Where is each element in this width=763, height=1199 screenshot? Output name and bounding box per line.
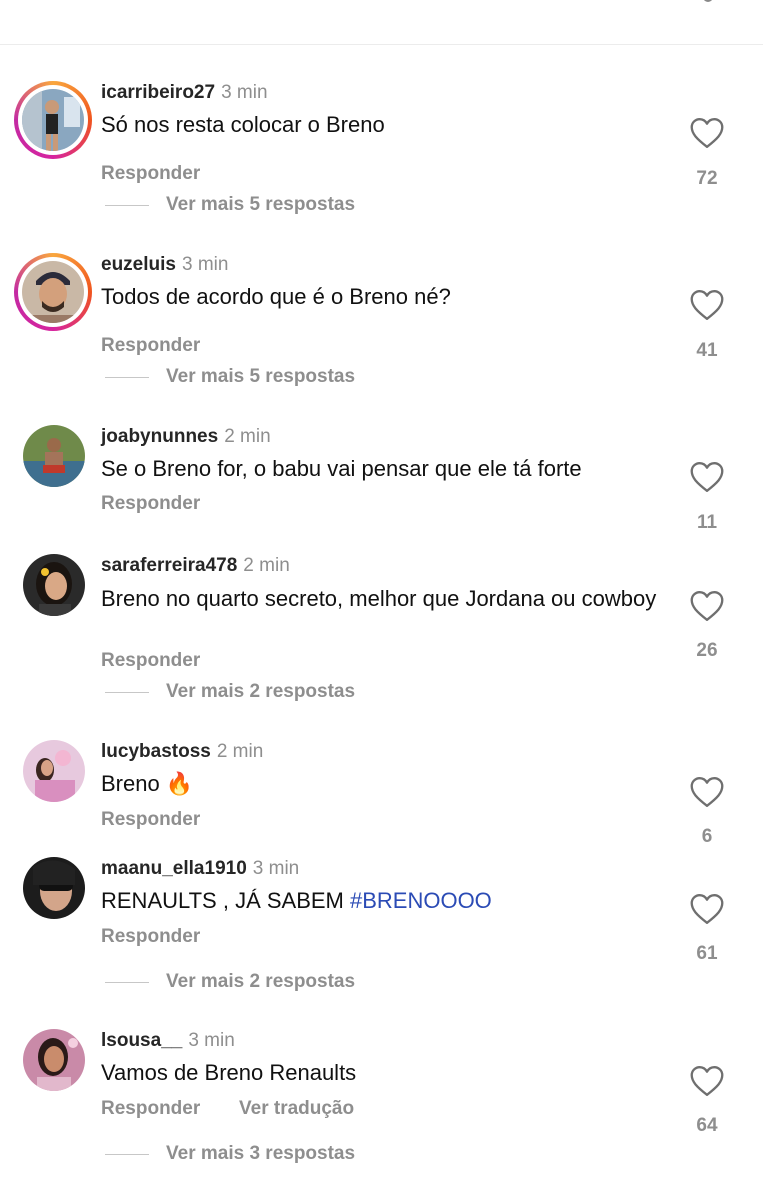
heart-outline-icon[interactable] xyxy=(689,1065,725,1097)
avatar[interactable] xyxy=(23,857,85,919)
heart-outline-icon[interactable] xyxy=(689,461,725,493)
view-replies-label: Ver mais 2 respostas xyxy=(166,971,356,992)
reply-button[interactable]: Responder xyxy=(101,335,200,357)
view-replies-button[interactable]: Ver mais 2 respostas xyxy=(105,971,355,993)
comment-text: Se o Breno for, o babu vai pensar que el… xyxy=(101,456,582,481)
reply-button[interactable]: Responder xyxy=(101,650,200,672)
like-count: 64 xyxy=(696,1115,718,1136)
comment-username[interactable]: lsousa__ xyxy=(101,1030,182,1051)
heart-outline-icon[interactable] xyxy=(689,590,725,622)
view-replies-label: Ver mais 5 respostas xyxy=(166,366,356,387)
comment-time: 3 min xyxy=(252,858,300,879)
comment-username[interactable]: saraferreira478 xyxy=(101,555,237,576)
reply-button[interactable]: Responder xyxy=(101,809,200,831)
like-count: 41 xyxy=(696,340,718,361)
view-replies-label: Ver mais 5 respostas xyxy=(166,194,356,215)
avatar-story-ring[interactable] xyxy=(14,253,92,331)
avatar[interactable] xyxy=(23,425,85,487)
avatar xyxy=(22,89,84,151)
heart-outline-icon[interactable] xyxy=(689,893,725,925)
heart-outline-icon[interactable] xyxy=(689,776,725,808)
reply-button[interactable]: Responder xyxy=(101,493,200,515)
avatar[interactable] xyxy=(23,554,85,616)
comment-text: Vamos de Breno Renaults xyxy=(101,1060,357,1085)
like-count: 72 xyxy=(696,168,718,189)
more-options-icon[interactable] xyxy=(703,0,713,2)
like-count: 11 xyxy=(696,512,718,533)
hashtag-link[interactable]: #BRENOOOO xyxy=(350,888,492,913)
comment-time: 2 min xyxy=(224,426,271,447)
comment-username[interactable]: euzeluis xyxy=(101,254,176,275)
view-replies-button[interactable]: Ver mais 3 respostas xyxy=(105,1143,355,1165)
comment-text: Todos de acordo que é o Breno né? xyxy=(101,284,451,309)
comment-time: 2 min xyxy=(243,555,290,576)
like-count: 61 xyxy=(696,943,718,964)
avatar xyxy=(22,261,84,323)
comment-username[interactable]: lucybastoss xyxy=(101,741,211,762)
comment-time: 3 min xyxy=(221,82,268,103)
comment-time: 2 min xyxy=(216,741,264,762)
comment-text-body: RENAULTS , JÁ SABEM xyxy=(101,888,350,913)
view-replies-label: Ver mais 3 respostas xyxy=(166,1143,356,1164)
comment-text: Breno 🔥 xyxy=(101,771,194,796)
avatar[interactable] xyxy=(23,740,85,802)
reply-button[interactable]: Responder xyxy=(101,926,200,948)
see-translation-button[interactable]: Ver tradução xyxy=(239,1098,354,1120)
view-replies-button[interactable]: Ver mais 2 respostas xyxy=(105,681,355,703)
avatar-story-ring[interactable] xyxy=(14,81,92,159)
comment-time: 3 min xyxy=(181,254,229,275)
comment-username[interactable]: icarribeiro27 xyxy=(101,82,215,103)
comment-time: 3 min xyxy=(188,1030,235,1051)
reply-button[interactable]: Responder xyxy=(101,1098,200,1120)
comment-text: Só nos resta colocar o Breno xyxy=(101,112,385,137)
comment-text: Breno no quarto secreto, melhor que Jord… xyxy=(101,586,657,611)
like-count: 6 xyxy=(701,826,713,847)
comment-username[interactable]: joabynunnes xyxy=(101,426,218,447)
avatar[interactable] xyxy=(23,1029,85,1091)
reply-button[interactable]: Responder xyxy=(101,163,200,185)
like-count: 26 xyxy=(696,640,718,661)
heart-outline-icon[interactable] xyxy=(689,117,725,149)
heart-outline-icon[interactable] xyxy=(689,289,725,321)
view-replies-label: Ver mais 2 respostas xyxy=(166,681,356,702)
top-bar xyxy=(0,0,763,45)
view-replies-button[interactable]: Ver mais 5 respostas xyxy=(105,366,355,388)
comment-username[interactable]: maanu_ella1910 xyxy=(101,858,247,879)
view-replies-button[interactable]: Ver mais 5 respostas xyxy=(105,194,355,216)
comment-text: RENAULTS , JÁ SABEM #BRENOOOO xyxy=(101,887,661,915)
